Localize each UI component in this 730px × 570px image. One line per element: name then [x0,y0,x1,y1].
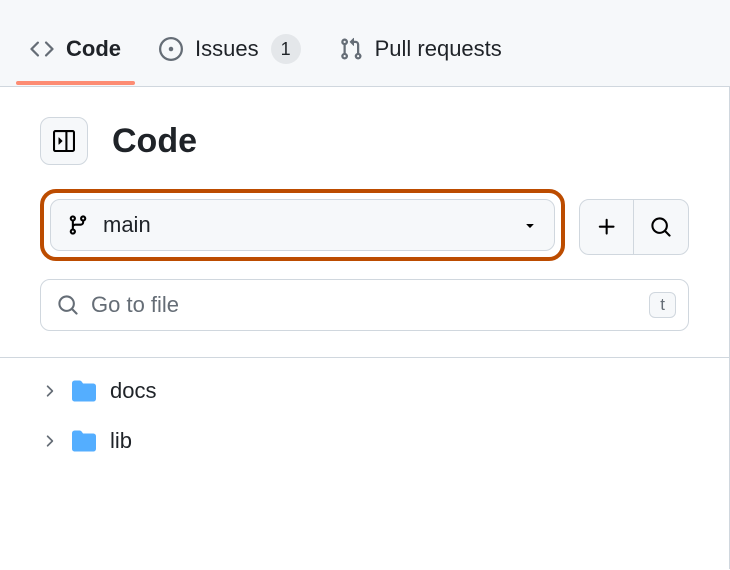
sidebar-toggle-button[interactable] [40,117,88,165]
file-tree: docs lib [0,357,729,474]
tree-row[interactable]: docs [0,366,729,416]
go-to-file-input[interactable]: Go to file t [40,279,689,331]
issue-icon [159,37,183,61]
controls-row: main [40,189,689,261]
issues-count-badge: 1 [271,34,301,64]
search-repo-button[interactable] [634,200,688,254]
code-icon [30,37,54,61]
pull-request-icon [339,37,363,61]
tab-issues-label: Issues [195,36,259,62]
search-shortcut-key: t [649,292,676,318]
folder-icon [72,429,96,453]
tab-issues[interactable]: Issues 1 [155,18,305,86]
repo-tabs: Code Issues 1 Pull requests [0,0,730,87]
branch-select-button[interactable]: main [50,199,555,251]
search-icon [650,216,672,238]
tab-code[interactable]: Code [26,20,125,84]
sidebar-collapse-icon [53,130,75,152]
chevron-right-icon [40,432,58,450]
git-branch-icon [67,214,89,236]
page-title: Code [112,122,197,161]
chevron-right-icon [40,382,58,400]
triangle-down-icon [522,217,538,233]
tree-row[interactable]: lib [0,416,729,466]
add-file-button[interactable] [580,200,634,254]
tab-pulls-label: Pull requests [375,36,502,62]
main-panel: Code main Go to file t docs [0,87,730,569]
plus-icon [596,216,618,238]
file-actions-group [579,199,689,255]
tab-pull-requests[interactable]: Pull requests [335,20,506,84]
search-icon [57,294,79,316]
branch-select-highlight: main [40,189,565,261]
folder-icon [72,379,96,403]
tree-item-label: docs [110,378,156,404]
search-placeholder: Go to file [91,292,637,318]
tree-item-label: lib [110,428,132,454]
header-row: Code [40,117,689,165]
branch-name: main [103,212,508,238]
tab-code-label: Code [66,36,121,62]
